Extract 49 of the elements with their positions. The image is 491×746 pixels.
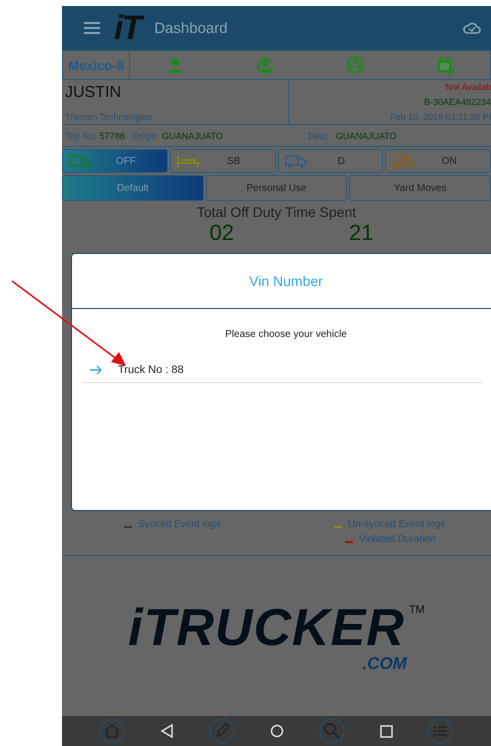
device-id: B-30AEA482234 <box>424 97 491 107</box>
duty-status-button[interactable]: OFF <box>62 149 168 173</box>
recents-icon[interactable] <box>380 724 393 738</box>
trip-number: 57788 <box>100 130 125 140</box>
mode-tab[interactable]: Personal Use <box>206 175 348 201</box>
location-label: Mexico-8 <box>63 51 130 79</box>
company-name: Triesten Technologies <box>65 112 154 122</box>
time-value: 02 <box>210 220 234 246</box>
menu-icon[interactable] <box>84 22 100 34</box>
dialog-title: Vin Number <box>249 273 323 289</box>
trip-label: Trip No: <box>65 130 97 140</box>
availability-status: Not Availab <box>446 82 491 92</box>
duty-status-button[interactable]: SB <box>170 149 276 173</box>
truck-icon <box>69 154 91 168</box>
dialog-prompt: Please choose your vehicle <box>225 329 347 340</box>
legend-label: Synced Event logs <box>138 519 221 530</box>
screen-title: Dashboard <box>154 20 229 36</box>
cloud-icon[interactable] <box>463 21 481 35</box>
home-circle-icon[interactable] <box>270 724 284 738</box>
calendar-icon[interactable] <box>436 56 454 74</box>
driver-name: JUSTIN <box>65 84 122 102</box>
bed-icon <box>176 154 199 168</box>
truck-icon <box>284 154 306 168</box>
people-circle-icon[interactable] <box>346 56 364 74</box>
trademark-mark: TM <box>408 604 425 616</box>
pencil-icon[interactable] <box>209 718 236 744</box>
mode-tab[interactable]: Default <box>62 175 204 201</box>
time-value: 21 <box>349 220 374 246</box>
date-time: Feb 10, 2019 03:11:30 PI <box>390 112 491 122</box>
duty-status-button[interactable]: D <box>278 149 384 173</box>
summary-title: Total Off Duty Time Spent <box>196 204 358 220</box>
origin-value: GUANAJUATO <box>162 130 223 140</box>
search-icon[interactable] <box>318 718 345 744</box>
back-icon[interactable] <box>160 724 174 738</box>
mode-tab[interactable]: Yard Moves <box>349 175 491 201</box>
brand-domain: .COM <box>362 654 407 674</box>
legend-label: Un-synced Event logs <box>348 519 446 530</box>
origin-label: Origin: <box>132 130 160 140</box>
arrow-right-icon <box>90 365 102 375</box>
duty-status-button[interactable]: ON <box>385 149 491 173</box>
person-refresh-icon[interactable] <box>256 56 274 74</box>
destination-value: GUANAJUATO <box>336 130 397 140</box>
brand-logo: iTRUCKER <box>128 599 405 657</box>
home-icon[interactable] <box>99 718 126 744</box>
list-icon[interactable] <box>427 718 454 744</box>
person-icon[interactable] <box>166 56 184 74</box>
destination-label: Dest: <box>308 130 329 140</box>
legend-label: Violated Duration <box>359 534 436 545</box>
truck-icon <box>392 154 414 168</box>
